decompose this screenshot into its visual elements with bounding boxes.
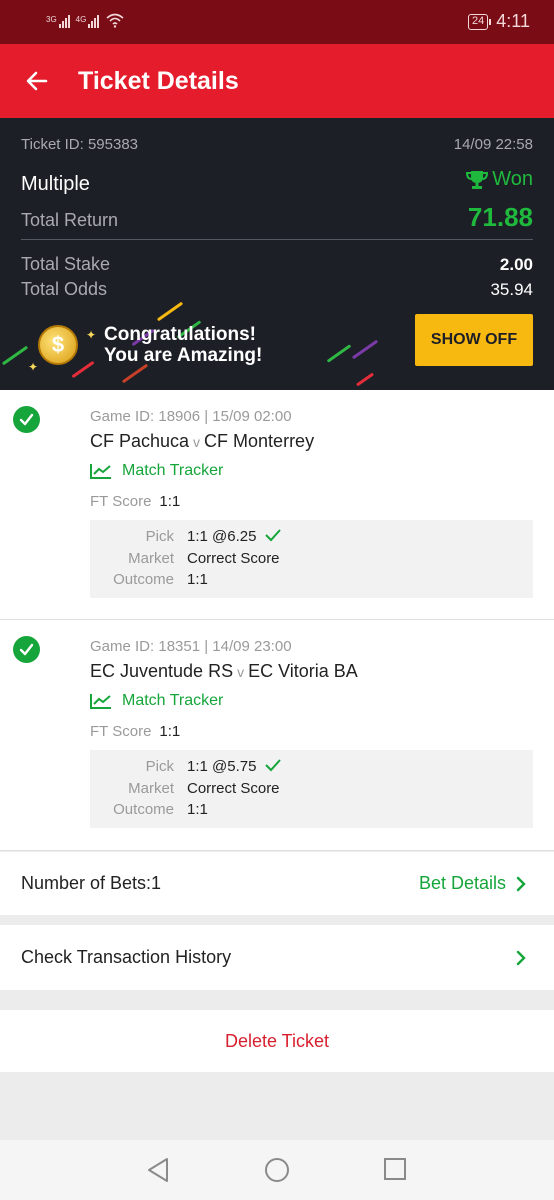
delete-ticket-button[interactable]: Delete Ticket [0, 1010, 554, 1072]
signal-indicators: 3G 4G [46, 12, 125, 28]
status-bar: 3G 4G 24 4:11 [0, 0, 554, 44]
total-odds-label: Total Odds [21, 279, 108, 299]
total-return-label: Total Return [21, 210, 119, 230]
chart-line-icon [90, 464, 111, 479]
total-stake-label: Total Stake [21, 254, 111, 274]
coin-icon: $ [38, 325, 78, 365]
away-team: EC Vitoria BA [248, 661, 358, 681]
nav-home-icon[interactable] [264, 1157, 290, 1183]
match-teams: EC Juventude RS v EC Vitoria BA [90, 661, 358, 681]
match-tracker-link[interactable]: Match Tracker [90, 462, 223, 480]
decor-streak [71, 360, 95, 379]
divider [21, 239, 533, 240]
check-circle-icon [13, 636, 40, 663]
system-nav-bar [0, 1140, 554, 1200]
match-tracker-link[interactable]: Match Tracker [90, 692, 223, 710]
back-arrow-icon[interactable] [22, 66, 52, 96]
chevron-right-icon [516, 950, 526, 965]
ticket-datetime: 14/09 22:58 [453, 136, 533, 153]
page-title: Ticket Details [78, 66, 239, 95]
list-item: Game ID: 18906 | 15/09 02:00 CF Pachuca v… [0, 390, 554, 620]
ticket-id: Ticket ID: 595383 [21, 136, 139, 153]
trophy-icon [466, 170, 489, 189]
pick-value: 1:1 @5.75 [187, 758, 257, 775]
decor-streak [156, 301, 184, 322]
nav-recents-icon[interactable] [383, 1157, 407, 1181]
sparkle-icon: ✦ [28, 360, 39, 374]
chevron-right-icon [516, 876, 526, 891]
list-item: Game ID: 18351 | 14/09 23:00 EC Juventud… [0, 620, 554, 851]
decor-streak [355, 372, 375, 387]
pick-value: 1:1 @6.25 [187, 528, 257, 545]
chart-line-icon [90, 694, 111, 709]
transaction-history-row[interactable]: Check Transaction History [0, 925, 554, 990]
ticket-summary: Ticket ID: 595383 14/09 22:58 Multiple W… [0, 118, 554, 390]
signal-icon: 3G [46, 15, 70, 28]
ft-score: FT Score 1:1 [90, 723, 181, 740]
bets-row: Number of Bets:1 Bet Details [0, 852, 554, 915]
status-badge: Won [466, 168, 533, 191]
wifi-icon [106, 13, 124, 28]
total-stake-value: 2.00 [499, 255, 533, 274]
decor-streak [351, 339, 379, 360]
game-id: Game ID: 18351 | 14/09 23:00 [90, 638, 292, 655]
bet-details-link[interactable]: Bet Details [419, 873, 526, 894]
outcome-value: 1:1 [187, 801, 208, 818]
away-team: CF Monterrey [204, 431, 315, 451]
game-list: Game ID: 18906 | 15/09 02:00 CF Pachuca v… [0, 390, 554, 851]
outcome-value: 1:1 [187, 571, 208, 588]
ft-score: FT Score 1:1 [90, 493, 181, 510]
market-value: Correct Score [187, 550, 280, 567]
decor-streak [121, 363, 149, 384]
sparkle-icon: ✦ [86, 328, 97, 342]
check-circle-icon [13, 406, 40, 433]
clock: 4:11 [496, 11, 530, 31]
home-team: EC Juventude RS [90, 661, 234, 681]
congrats-text: Congratulations! You are Amazing! [104, 324, 263, 366]
checkmark-icon [265, 529, 282, 542]
game-id: Game ID: 18906 | 15/09 02:00 [90, 408, 292, 425]
total-odds-value: 35.94 [490, 280, 533, 299]
market-value: Correct Score [187, 780, 280, 797]
match-teams: CF Pachuca v CF Monterrey [90, 431, 315, 451]
show-off-button[interactable]: SHOW OFF [415, 314, 533, 366]
pick-details: Pick 1:1 @6.25 Market Correct Score Outcom… [90, 520, 533, 598]
decor-streak [326, 344, 352, 363]
nav-back-icon[interactable] [146, 1157, 170, 1183]
pick-details: Pick 1:1 @5.75 Market Correct Score Outcom… [90, 750, 533, 828]
battery-icon: 24 [468, 13, 492, 30]
decor-streak [1, 345, 29, 366]
app-bar: Ticket Details [0, 44, 554, 118]
ticket-type: Multiple [21, 172, 90, 195]
signal-icon: 4G [76, 15, 100, 28]
total-return-value: 71.88 [467, 202, 533, 232]
number-of-bets: Number of Bets:1 [21, 873, 162, 893]
congrats-banner: ✦ ✦ $ Congratulations! You are Amazing! … [0, 301, 554, 390]
home-team: CF Pachuca [90, 431, 190, 451]
checkmark-icon [265, 759, 282, 772]
